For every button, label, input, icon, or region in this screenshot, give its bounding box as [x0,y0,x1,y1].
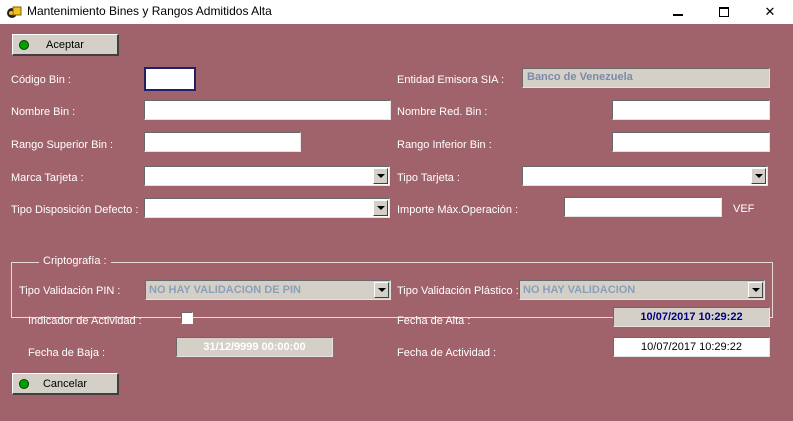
nombre-red-bin-label: Nombre Red. Bin : [397,106,488,118]
fecha-baja-field: 31/12/9999 00:00:00 [176,337,333,357]
tipo-validacion-plastico-label: Tipo Validación Plástico : [397,285,519,297]
importe-max-label: Importe Máx.Operación : [397,204,519,216]
nombre-bin-label: Nombre Bin : [11,106,76,118]
nombre-bin-input[interactable] [144,100,391,120]
criptografia-title: Criptografía : [39,255,111,267]
rango-inferior-label: Rango Inferior Bin : [397,139,492,151]
chevron-down-icon[interactable] [373,168,388,184]
close-icon: ✕ [764,4,776,19]
minimize-button[interactable] [655,0,701,24]
entidad-emisora-label: Entidad Emisora SIA : [397,74,504,86]
importe-max-input[interactable] [564,197,722,217]
tipo-disposicion-label: Tipo Disposición Defecto : [11,204,139,216]
app-icon [7,6,22,18]
fecha-alta-label: Fecha de Alta : [397,315,471,327]
maximize-icon [719,7,729,17]
codigo-bin-label: Código Bin : [11,74,71,86]
rango-superior-label: Rango Superior Bin : [11,139,114,151]
currency-label: VEF [733,203,755,215]
fecha-actividad-field: 10/07/2017 10:29:22 [613,337,770,357]
codigo-bin-input[interactable] [144,67,196,91]
indicador-actividad-label: Indicador de Actividad : [28,315,142,327]
nombre-red-bin-input[interactable] [612,100,770,120]
rango-superior-input[interactable] [144,132,301,152]
close-button[interactable]: ✕ [747,0,793,24]
cancelar-label: Cancelar [42,378,88,390]
cancelar-button[interactable]: Cancelar [12,373,119,395]
tipo-validacion-pin-value: NO HAY VALIDACION DE PIN [149,284,301,296]
tipo-tarjeta-label: Tipo Tarjeta : [397,172,460,184]
window-title: Mantenimiento Bines y Rangos Admitidos A… [27,4,272,18]
chevron-down-icon [374,282,389,298]
entidad-emisora-field: Banco de Venezuela [522,68,770,88]
tipo-validacion-pin-label: Tipo Validación PIN : [19,285,121,297]
title-bar: Mantenimiento Bines y Rangos Admitidos A… [0,0,793,24]
dialog-window: Mantenimiento Bines y Rangos Admitidos A… [0,0,793,421]
tipo-validacion-plastico-value: NO HAY VALIDACION [523,284,636,296]
tipo-tarjeta-select[interactable] [522,166,768,186]
minimize-icon [673,14,683,16]
aceptar-label: Aceptar [46,39,84,51]
marca-tarjeta-select[interactable] [144,166,390,186]
fecha-alta-field: 10/07/2017 10:29:22 [613,307,770,327]
rango-inferior-input[interactable] [612,132,770,152]
aceptar-button[interactable]: Aceptar [12,34,119,56]
fecha-actividad-label: Fecha de Actividad : [397,347,497,359]
maximize-button[interactable] [701,0,747,24]
tipo-validacion-plastico-select: NO HAY VALIDACION [519,280,765,300]
indicador-actividad-checkbox[interactable] [181,312,193,324]
chevron-down-icon[interactable] [373,200,388,216]
marca-tarjeta-label: Marca Tarjeta : [11,172,84,184]
tipo-validacion-pin-select: NO HAY VALIDACION DE PIN [145,280,391,300]
form-area: Aceptar Código Bin : Entidad Emisora SIA… [0,24,793,421]
chevron-down-icon[interactable] [751,168,766,184]
tipo-disposicion-select[interactable] [144,198,390,218]
chevron-down-icon [748,282,763,298]
fecha-baja-label: Fecha de Baja : [28,347,106,359]
